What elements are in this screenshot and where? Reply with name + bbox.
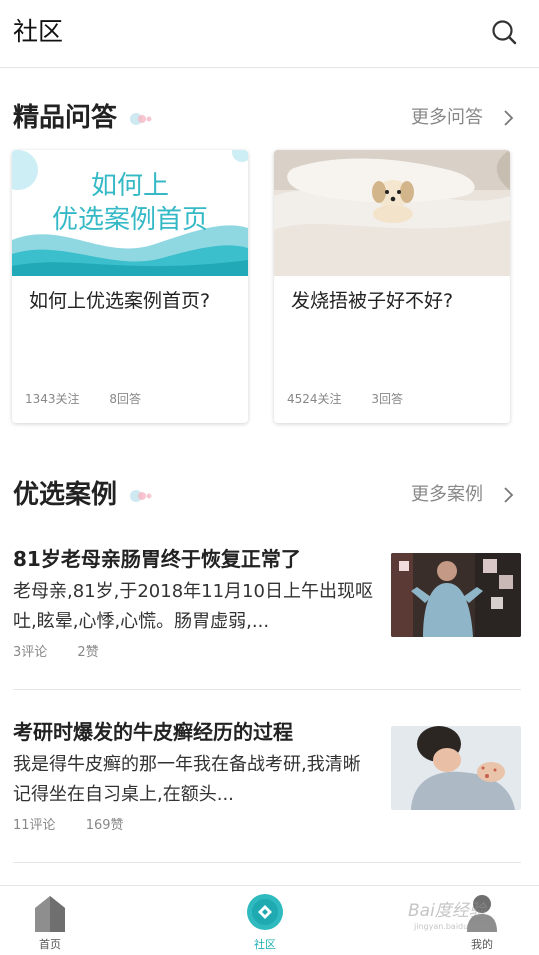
tab-home[interactable]: 首页: [0, 886, 100, 955]
more-cases-link[interactable]: 更多案例: [411, 483, 483, 507]
chevron-right-icon[interactable]: [501, 109, 515, 127]
chevron-right-icon[interactable]: [501, 486, 515, 504]
like-count: 2赞: [77, 645, 99, 660]
case-description: 老母亲,81岁,于2018年11月10日上午出现呕吐,眩晕,心悸,心慌。肠胃虚弱…: [13, 581, 373, 632]
tab-home-label: 首页: [39, 938, 61, 951]
case-list-item[interactable]: 81岁老母亲肠胃终于恢复正常了 老母亲,81岁,于2018年11月10日上午出现…: [13, 545, 521, 695]
qa-card-image: 如何上 优选案例首页: [12, 150, 248, 276]
watermark-url: jingyan.baidu.com: [414, 922, 488, 931]
tab-profile-label: 我的: [471, 938, 493, 951]
qa-card-meta: 4524关注 3回答: [287, 390, 429, 407]
watermark-logo: Bai度经验: [408, 901, 486, 921]
qa-card-meta: 1343关注 8回答: [25, 390, 167, 407]
case-list-item[interactable]: 考研时爆发的牛皮癣经历的过程 我是得牛皮癣的那一年我在备战考研,我清晰记得坐在自…: [13, 718, 521, 868]
follow-count: 4524关注: [287, 392, 342, 406]
tab-community-label: 社区: [254, 938, 276, 951]
comment-count: 11评论: [13, 818, 56, 833]
page-title: 社区: [13, 17, 64, 46]
tab-community[interactable]: 社区: [215, 886, 315, 955]
answer-count: 3回答: [371, 392, 404, 406]
case-meta: 11评论 169赞: [13, 814, 150, 833]
follow-count: 1343关注: [25, 392, 80, 406]
qa-card-title: 发烧捂被子好不好?: [291, 290, 454, 312]
case-title: 81岁老母亲肠胃终于恢复正常了: [13, 547, 301, 571]
case-title: 考研时爆发的牛皮癣经历的过程: [13, 720, 293, 744]
like-count: 169赞: [85, 818, 124, 833]
qa-card-title: 如何上优选案例首页?: [29, 290, 211, 312]
more-qa-link[interactable]: 更多问答: [411, 106, 483, 130]
comment-count: 3评论: [13, 645, 48, 660]
qa-card-image: [274, 150, 510, 276]
qa-section-title: 精品问答: [13, 103, 118, 133]
qa-card-image-text-line2: 优选案例首页: [52, 205, 208, 235]
top-bar: 社区: [0, 0, 539, 68]
decoration-dots-icon: [130, 490, 152, 502]
divider: [13, 862, 521, 863]
community-icon: [247, 894, 283, 930]
decoration-dots-icon: [130, 113, 152, 125]
qa-card[interactable]: 如何上 优选案例首页 如何上优选案例首页? 1343关注 8回答: [12, 150, 248, 423]
qa-section-header: 精品问答 更多问答: [0, 100, 539, 140]
case-thumbnail: [391, 726, 521, 810]
case-thumbnail: [391, 553, 521, 637]
qa-card-image-text-line1: 如何上: [91, 171, 169, 201]
search-icon[interactable]: [490, 18, 518, 46]
cases-section-header: 优选案例 更多案例: [0, 477, 539, 517]
cases-section-title: 优选案例: [13, 480, 118, 510]
divider: [13, 689, 521, 690]
qa-card[interactable]: 发烧捂被子好不好? 4524关注 3回答: [274, 150, 510, 423]
home-icon: [35, 896, 65, 932]
answer-count: 8回答: [109, 392, 142, 406]
case-description: 我是得牛皮癣的那一年我在备战考研,我清晰记得坐在自习桌上,在额头...: [13, 754, 361, 805]
case-meta: 3评论 2赞: [13, 641, 125, 660]
